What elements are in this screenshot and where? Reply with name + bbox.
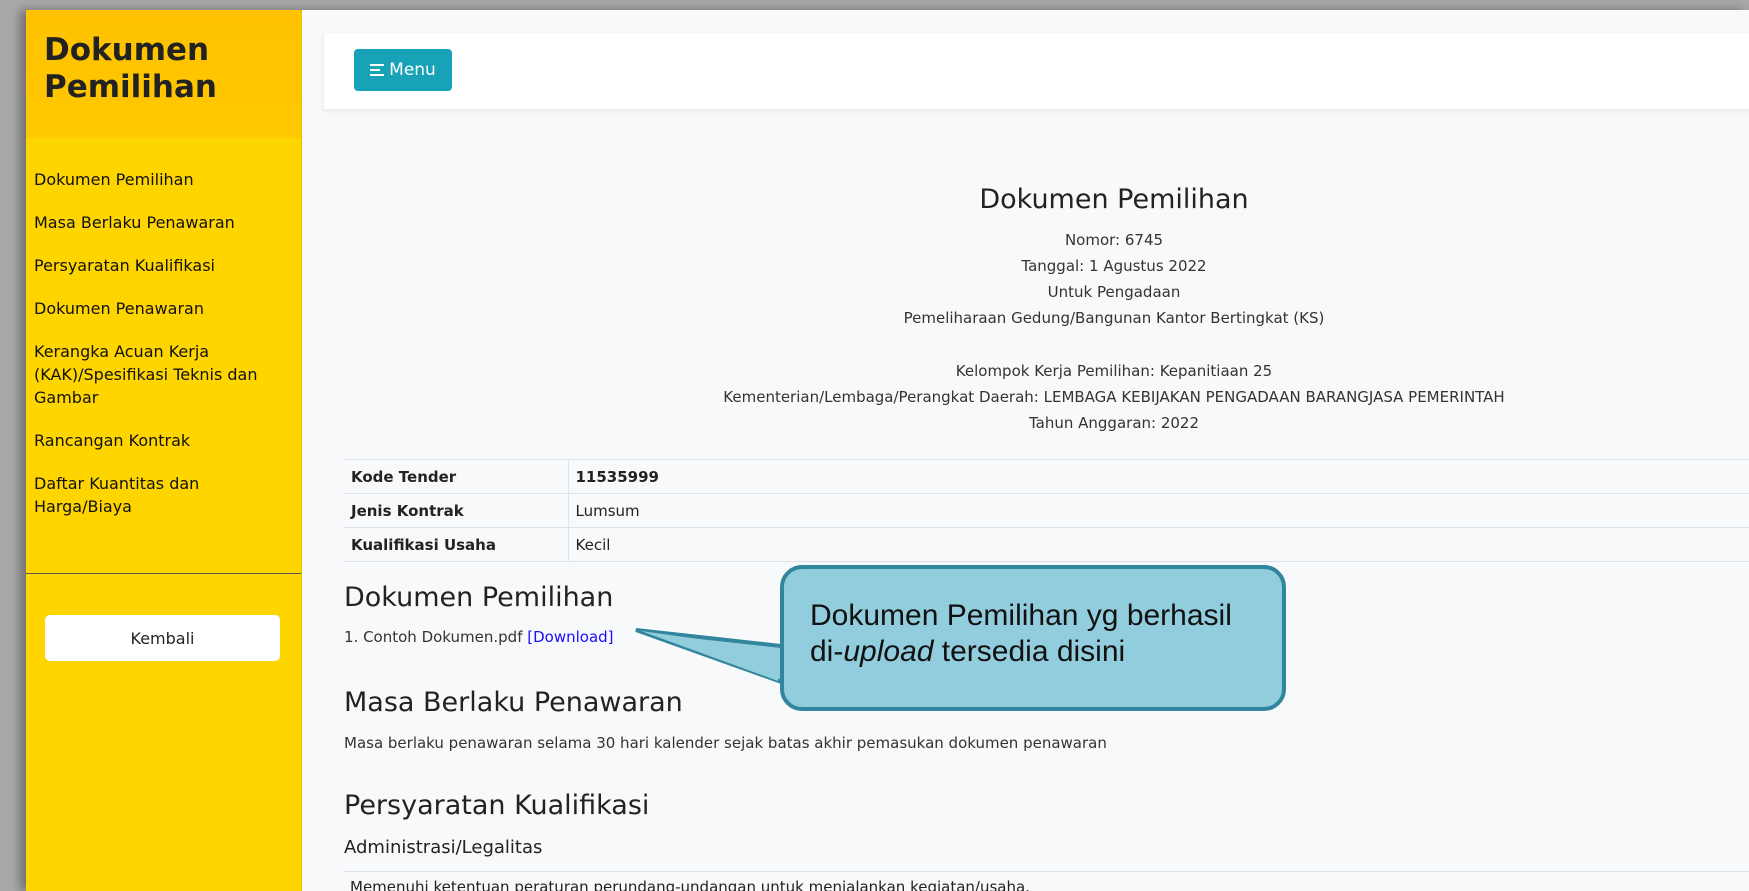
callout-italic: upload	[843, 635, 934, 668]
callout-tail-shape	[635, 628, 792, 688]
table-value: 11535999	[568, 459, 1749, 494]
top-bar: Menu	[324, 33, 1749, 109]
table-key: Jenis Kontrak	[344, 493, 569, 528]
masa-berlaku-text: Masa berlaku penawaran selama 30 hari ka…	[344, 734, 1107, 752]
app-window: Dokumen Pemilihan Dokumen Pemilihan Masa…	[26, 10, 1749, 891]
document-pokja: Kelompok Kerja Pemilihan: Kepanitiaan 25	[955, 362, 1273, 380]
section-title-persyaratan: Persyaratan Kualifikasi	[344, 790, 650, 821]
sidebar-header: Dokumen Pemilihan	[26, 10, 301, 138]
menu-button-label: Menu	[389, 60, 436, 80]
callout-line2: di-upload tersedia disini	[810, 634, 1256, 670]
table-row: Jenis Kontrak Lumsum	[344, 493, 1749, 528]
sidebar-item-kak[interactable]: Kerangka Acuan Kerja (KAK)/Spesifikasi T…	[26, 328, 282, 417]
callout-suffix: tersedia disini	[933, 635, 1126, 668]
callout-prefix: di-	[810, 635, 844, 668]
sidebar-title: Dokumen Pemilihan	[44, 32, 217, 105]
document-title: Dokumen Pemilihan	[979, 184, 1249, 215]
file-list-item: 1. Contoh Dokumen.pdf [Download]	[344, 628, 614, 646]
document-nomor: Nomor: 6745	[1064, 231, 1164, 249]
document-tanggal: Tanggal: 1 Agustus 2022	[1021, 257, 1207, 275]
sidebar-nav: Dokumen Pemilihan Masa Berlaku Penawaran…	[26, 138, 301, 526]
sidebar: Dokumen Pemilihan Dokumen Pemilihan Masa…	[26, 10, 302, 891]
file-name: 1. Contoh Dokumen.pdf	[344, 628, 523, 646]
section-title-masa-berlaku: Masa Berlaku Penawaran	[344, 687, 683, 718]
subsection-title-administrasi: Administrasi/Legalitas	[344, 837, 543, 858]
callout-tail-fill	[641, 631, 778, 681]
download-link[interactable]: [Download]	[527, 628, 613, 646]
menu-lines-icon	[370, 64, 385, 76]
section-title-dokumen-pemilihan: Dokumen Pemilihan	[344, 582, 614, 613]
sidebar-divider	[26, 573, 301, 574]
requirement-text: Memenuhi ketentuan peraturan perundang-u…	[350, 878, 1030, 891]
table-row: Memenuhi ketentuan peraturan perundang-u…	[344, 871, 1749, 891]
table-row: Kode Tender 11535999	[344, 459, 1749, 494]
menu-button[interactable]: Menu	[354, 49, 452, 91]
table-row: Kualifikasi Usaha Kecil	[344, 527, 1749, 562]
document-instansi: Kementerian/Lembaga/Perangkat Daerah: LE…	[723, 388, 1505, 406]
table-key: Kode Tender	[344, 459, 569, 494]
table-key: Kualifikasi Usaha	[344, 527, 569, 562]
sidebar-item-daftar-kuantitas[interactable]: Daftar Kuantitas dan Harga/Biaya	[26, 460, 282, 526]
sidebar-item-rancangan-kontrak[interactable]: Rancangan Kontrak	[26, 417, 282, 460]
document-pengadaan: Pemeliharaan Gedung/Bangunan Kantor Bert…	[903, 309, 1325, 327]
sidebar-item-dokumen-penawaran[interactable]: Dokumen Penawaran	[26, 285, 282, 328]
document-tahun: Tahun Anggaran: 2022	[1028, 414, 1200, 432]
table-value: Kecil	[568, 527, 1749, 562]
sidebar-item-dokumen-pemilihan[interactable]: Dokumen Pemilihan	[26, 156, 282, 199]
document-untuk: Untuk Pengadaan	[1047, 283, 1181, 301]
callout-box: Dokumen Pemilihan yg berhasil di-upload …	[780, 565, 1286, 711]
table-value: Lumsum	[568, 493, 1749, 528]
sidebar-item-masa-berlaku-penawaran[interactable]: Masa Berlaku Penawaran	[26, 199, 282, 242]
sidebar-item-persyaratan-kualifikasi[interactable]: Persyaratan Kualifikasi	[26, 242, 282, 285]
callout-line1: Dokumen Pemilihan yg berhasil	[810, 599, 1232, 632]
back-button[interactable]: Kembali	[45, 615, 280, 661]
tender-info-table: Kode Tender 11535999 Jenis Kontrak Lumsu…	[344, 459, 1749, 562]
